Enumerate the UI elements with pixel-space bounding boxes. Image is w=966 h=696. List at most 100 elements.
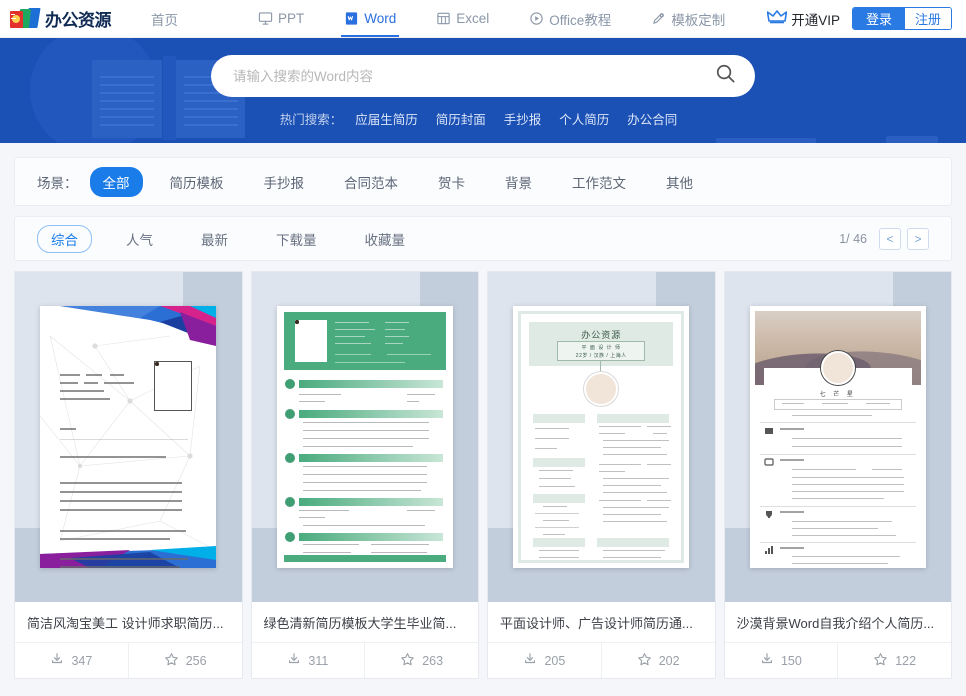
template-card[interactable]: 七 芒 星 沙漠背景Word自我介绍个人简历... 150 122 [723, 271, 952, 679]
logo-text: 办公资源 [45, 11, 112, 31]
resume-preview-mint: 办公资源 平 面 设 计 师 22岁 / 汉族 / 上海人 [513, 306, 690, 568]
resume-person-name: 七 芒 星 [819, 392, 856, 398]
template-thumbnail[interactable] [15, 272, 242, 602]
download-count: 311 [308, 653, 329, 668]
template-card[interactable]: 绿色清新简历模板大学生毕业简... 311 263 [250, 271, 479, 679]
template-results-grid: 简洁风淘宝美工 设计师求职简历... 347 256 绿色清新简历模板大学生毕业… [0, 261, 966, 679]
scene-chip-other[interactable]: 其他 [653, 167, 706, 197]
download-icon [287, 652, 301, 669]
template-title[interactable]: 平面设计师、广告设计师简历通... [488, 602, 715, 642]
favorite-stat[interactable]: 263 [364, 643, 478, 678]
nav-label-word: Word [364, 11, 397, 26]
scene-chip-background[interactable]: 背景 [492, 167, 545, 197]
page-indicator: 1/ 46 [839, 231, 867, 246]
top-navigation-bar: 办公资源 首页 PPT Word Excel Office教程 模板定制 开通V… [0, 0, 966, 38]
scene-chip-work-essay[interactable]: 工作范文 [559, 167, 639, 197]
download-count: 347 [71, 653, 93, 668]
sort-tab-comprehensive[interactable]: 综合 [37, 224, 92, 253]
template-card[interactable]: 办公资源 平 面 设 计 师 22岁 / 汉族 / 上海人 平面设计师、广告设计… [487, 271, 716, 679]
template-thumbnail[interactable] [251, 272, 478, 602]
hot-search-label: 热门搜索： [279, 113, 343, 127]
template-stats: 347 256 [15, 642, 242, 678]
star-icon [164, 652, 179, 670]
register-button[interactable]: 注册 [904, 8, 951, 29]
scene-chip-handwritten-paper[interactable]: 手抄报 [251, 167, 318, 197]
template-card[interactable]: 简洁风淘宝美工 设计师求职简历... 347 256 [14, 271, 243, 679]
nav-label-template-custom: 模板定制 [671, 12, 726, 28]
template-title[interactable]: 绿色清新简历模板大学生毕业简... [252, 602, 479, 642]
resume-preview-desert: 七 芒 星 [749, 306, 926, 568]
download-count: 205 [544, 653, 566, 668]
open-vip-button[interactable]: 开通VIP [766, 9, 840, 29]
hot-search-row: 热门搜索： 应届生简历 简历封面 手抄报 个人简历 办公合同 [280, 109, 687, 128]
search-input[interactable] [233, 68, 714, 84]
star-icon [873, 652, 888, 670]
sort-tab-popularity[interactable]: 人气 [112, 225, 167, 253]
download-icon [523, 652, 537, 669]
word-document-icon [344, 11, 359, 26]
sort-tab-newest[interactable]: 最新 [187, 225, 242, 253]
nav-item-word[interactable]: Word [324, 0, 416, 37]
hot-tag-0[interactable]: 应届生简历 [355, 109, 418, 128]
template-stats: 205 202 [488, 642, 715, 678]
resume-heading: 办公资源 [581, 330, 622, 340]
template-title[interactable]: 简洁风淘宝美工 设计师求职简历... [15, 602, 242, 642]
template-title[interactable]: 沙漠背景Word自我介绍个人简历... [725, 602, 952, 642]
star-icon [400, 652, 415, 670]
favorite-stat[interactable]: 122 [837, 643, 951, 678]
favorite-count: 202 [658, 653, 680, 668]
template-thumbnail[interactable]: 七 芒 星 [724, 272, 951, 602]
scene-filter-row: 场景： 全部 简历模板 手抄报 合同范本 贺卡 背景 工作范文 其他 [14, 157, 952, 206]
scene-chip-contract-sample[interactable]: 合同范本 [331, 167, 411, 197]
sort-tab-downloads[interactable]: 下载量 [262, 225, 331, 253]
nav-label-ppt: PPT [278, 11, 305, 26]
hot-tag-3[interactable]: 个人简历 [559, 109, 609, 128]
sort-filter-row: 综合 人气 最新 下载量 收藏量 1/ 46 < > [14, 216, 952, 261]
scene-chip-resume-template[interactable]: 简历模板 [157, 167, 237, 197]
nav-label-excel: Excel [456, 11, 490, 26]
nav-item-ppt[interactable]: PPT [238, 0, 324, 37]
hot-tag-1[interactable]: 简历封面 [436, 109, 486, 128]
search-banner: ★ 热门搜索： 应届生简历 简历封面 手抄报 个人简历 办公合同 [0, 38, 966, 143]
auth-button-group: 登录 注册 [851, 7, 952, 30]
download-stat[interactable]: 347 [15, 643, 128, 678]
nav-item-excel[interactable]: Excel [416, 0, 509, 37]
pencil-icon [651, 11, 666, 26]
download-stat[interactable]: 150 [725, 643, 838, 678]
excel-table-icon [436, 11, 451, 26]
hot-tag-4[interactable]: 办公合同 [627, 109, 677, 128]
download-count: 150 [780, 653, 802, 668]
nav-item-office-tutorial[interactable]: Office教程 [509, 0, 631, 37]
download-icon [760, 652, 774, 669]
hot-tag-2[interactable]: 手抄报 [504, 109, 542, 128]
star-icon [637, 652, 652, 670]
nav-item-template-custom[interactable]: 模板定制 [631, 0, 745, 37]
nav-label-home: 首页 [151, 12, 178, 28]
resume-preview-green [276, 306, 453, 568]
favorite-count: 263 [422, 653, 444, 668]
nav-label-office-tutorial: Office教程 [549, 12, 612, 28]
search-bar[interactable] [211, 55, 755, 97]
search-icon[interactable] [714, 62, 737, 90]
favorite-stat[interactable]: 202 [600, 643, 715, 678]
play-circle-icon [529, 11, 544, 26]
favorite-count: 122 [895, 653, 917, 668]
scene-chip-all[interactable]: 全部 [89, 166, 143, 197]
next-page-button[interactable]: > [907, 227, 929, 250]
scene-filter-label: 场景： [37, 175, 78, 191]
filters-wrapper: 场景： 全部 简历模板 手抄报 合同范本 贺卡 背景 工作范文 其他 综合 人气… [0, 143, 966, 261]
template-thumbnail[interactable]: 办公资源 平 面 设 计 师 22岁 / 汉族 / 上海人 [488, 272, 715, 602]
nav-item-home[interactable]: 首页 [139, 0, 238, 37]
download-stat[interactable]: 311 [252, 643, 365, 678]
favorite-stat[interactable]: 256 [127, 643, 242, 678]
site-logo[interactable]: 办公资源 [10, 6, 112, 31]
download-stat[interactable]: 205 [488, 643, 601, 678]
prev-page-button[interactable]: < [879, 227, 901, 250]
login-button[interactable]: 登录 [852, 8, 905, 29]
sort-tab-favorites[interactable]: 收藏量 [351, 225, 420, 253]
search-area: 热门搜索： 应届生简历 简历封面 手抄报 个人简历 办公合同 [0, 55, 966, 128]
vip-label: 开通VIP [791, 12, 840, 28]
resume-subtitle-2: 22岁 / 汉族 / 上海人 [575, 353, 627, 359]
scene-chip-greeting-card[interactable]: 贺卡 [425, 167, 478, 197]
ppt-screen-icon [258, 11, 273, 26]
